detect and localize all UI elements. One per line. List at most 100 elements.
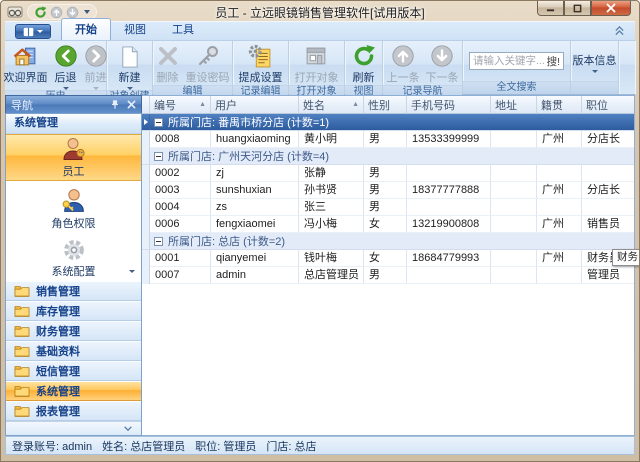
close-button[interactable] (591, 1, 631, 16)
row-indicator-cell (142, 216, 150, 233)
table-cell: 广州 (537, 216, 582, 233)
table-row[interactable]: 0002zj张静男 (142, 165, 634, 182)
nav-item-system-config[interactable]: 系统配置 (6, 237, 141, 281)
chevron-down-icon[interactable] (123, 425, 133, 432)
refresh-icon[interactable] (34, 6, 47, 19)
tab-view[interactable]: 视图 (111, 19, 159, 40)
welcome-screen-label: 欢迎界面 (4, 69, 48, 85)
table-cell: 0008 (150, 131, 211, 148)
folder-list: 销售管理库存管理财务管理基础资料短信管理系统管理报表管理 (6, 281, 141, 421)
row-indicator-cell (142, 148, 150, 164)
column-header-label: 籍贯 (541, 97, 563, 113)
refresh-button[interactable]: 刷新 (349, 42, 379, 85)
column-header-label: 姓名 (303, 97, 325, 113)
minimize-button[interactable] (537, 1, 564, 16)
maximize-button[interactable] (564, 1, 591, 16)
nav-item-employee[interactable]: 员工 (6, 134, 141, 181)
row-indicator-cell (142, 233, 150, 249)
collapse-group-icon[interactable] (154, 237, 163, 246)
table-row[interactable]: 0006fengxiaomei冯小梅女13219900808广州销售员 (142, 216, 634, 233)
delete-button[interactable]: 删除 (153, 42, 183, 85)
group-row[interactable]: 所属门店: 番禺市桥分店 (计数=1) (142, 114, 634, 131)
commission-settings-label: 提成设置 (239, 69, 283, 85)
table-cell: 钱叶梅 (299, 250, 364, 267)
table-row[interactable]: 0008huangxiaoming黄小明男13533399999广州分店长 (142, 131, 634, 148)
folder-icon (14, 404, 30, 417)
ribbon-group-record-edit: 提成设置 记录编辑 (233, 41, 289, 94)
table-cell (491, 250, 537, 267)
table-cell: 孙书贤 (299, 182, 364, 199)
reset-password-button[interactable]: 重设密码 (183, 42, 233, 85)
ribbon-group-record-nav: 上一条 下一条 记录导航 (383, 41, 463, 94)
sidebar-folder-item[interactable]: 报表管理 (6, 401, 141, 421)
column-header-label: 地址 (495, 97, 517, 113)
ribbon-group-edit: 删除 重设密码 编辑 (153, 41, 233, 94)
collapse-ribbon-icon[interactable] (614, 26, 625, 36)
column-header-7[interactable]: 职位 (582, 96, 634, 114)
back-button[interactable]: 后退 (51, 42, 81, 90)
tab-start[interactable]: 开始 (61, 18, 111, 40)
group-row-label: 所属门店: 广州天河分店 (计数=4) (168, 148, 329, 164)
group-row[interactable]: 所属门店: 广州天河分店 (计数=4) (142, 148, 634, 165)
open-object-icon (304, 43, 329, 69)
ribbon-group-search: 搜! 全文搜索 (463, 41, 571, 94)
table-row[interactable]: 0003sunshuxian孙书贤男18377777888广州分店长 (142, 182, 634, 199)
table-cell (582, 165, 634, 182)
collapse-group-icon[interactable] (154, 152, 163, 161)
ribbon-group-history: 欢迎界面 后退 (5, 41, 107, 94)
table-cell (537, 199, 582, 216)
nav-item-role-permission[interactable]: 角色权限 (6, 181, 141, 237)
group-row[interactable]: 所属门店: 总店 (计数=2) (142, 233, 634, 250)
column-header-label: 手机号码 (411, 97, 455, 113)
commission-settings-button[interactable]: 提成设置 (236, 42, 286, 85)
sidebar-folder-item[interactable]: 库存管理 (6, 301, 141, 321)
qat-dropdown-icon[interactable] (84, 10, 90, 14)
table-cell: zs (211, 199, 299, 216)
column-header-3[interactable]: 性别 (364, 96, 407, 114)
nav-item-system-config-label: 系统配置 (52, 263, 96, 279)
collapse-group-icon[interactable] (154, 118, 163, 127)
sidebar-folder-item[interactable]: 基础资料 (6, 341, 141, 361)
ribbon: 欢迎界面 后退 (5, 40, 635, 95)
table-row[interactable]: 0007admin总店管理员男管理员 (142, 267, 634, 284)
column-header-6[interactable]: 籍贯 (537, 96, 582, 114)
close-nav-icon[interactable] (127, 100, 136, 109)
nav-bottom-strip (6, 421, 141, 435)
new-label: 新建 (119, 69, 141, 85)
column-header-5[interactable]: 地址 (491, 96, 537, 114)
up-circle-icon[interactable] (50, 6, 63, 19)
sidebar-folder-item[interactable]: 销售管理 (6, 281, 141, 301)
folder-icon (14, 324, 30, 337)
column-header-1[interactable]: 用户 (211, 96, 299, 114)
search-input[interactable] (473, 55, 547, 67)
nav-section-header[interactable]: 系统管理 (6, 114, 141, 134)
application-menu-button[interactable] (15, 24, 51, 39)
column-header-0[interactable]: 编号▲ (150, 96, 211, 114)
version-info-button[interactable]: 版本信息 (570, 51, 620, 73)
role-permission-icon (60, 187, 87, 214)
table-row[interactable]: 0001qianyemei钱叶梅女18684779993广州财务员 (142, 250, 634, 267)
system-config-dropdown-icon[interactable] (129, 270, 135, 273)
table-cell: 男 (364, 199, 407, 216)
sidebar-folder-item[interactable]: 财务管理 (6, 321, 141, 341)
table-row[interactable]: 0004zs张三男 (142, 199, 634, 216)
status-store: 门店: 总店 (266, 438, 316, 454)
next-record-button[interactable]: 下一条 (423, 42, 462, 85)
search-go-button[interactable]: 搜! (547, 54, 560, 69)
down-circle-icon[interactable] (66, 6, 79, 19)
column-header-4[interactable]: 手机号码 (407, 96, 491, 114)
welcome-screen-button[interactable]: 欢迎界面 (1, 42, 51, 85)
table-cell: 广州 (537, 182, 582, 199)
sidebar-folder-label: 财务管理 (36, 323, 80, 339)
sidebar-folder-item[interactable]: 短信管理 (6, 361, 141, 381)
new-button[interactable]: 新建 (115, 42, 144, 90)
previous-record-button[interactable]: 上一条 (384, 42, 423, 85)
tab-tools[interactable]: 工具 (159, 19, 207, 40)
open-object-button[interactable]: 打开对象 (292, 42, 342, 85)
pin-icon[interactable] (110, 99, 120, 110)
sidebar-folder-label: 销售管理 (36, 283, 80, 299)
column-header-2[interactable]: 姓名▲ (299, 96, 364, 114)
forward-button[interactable]: 前进 (81, 42, 111, 90)
sidebar-folder-item[interactable]: 系统管理 (6, 381, 141, 401)
delete-icon (156, 43, 180, 69)
